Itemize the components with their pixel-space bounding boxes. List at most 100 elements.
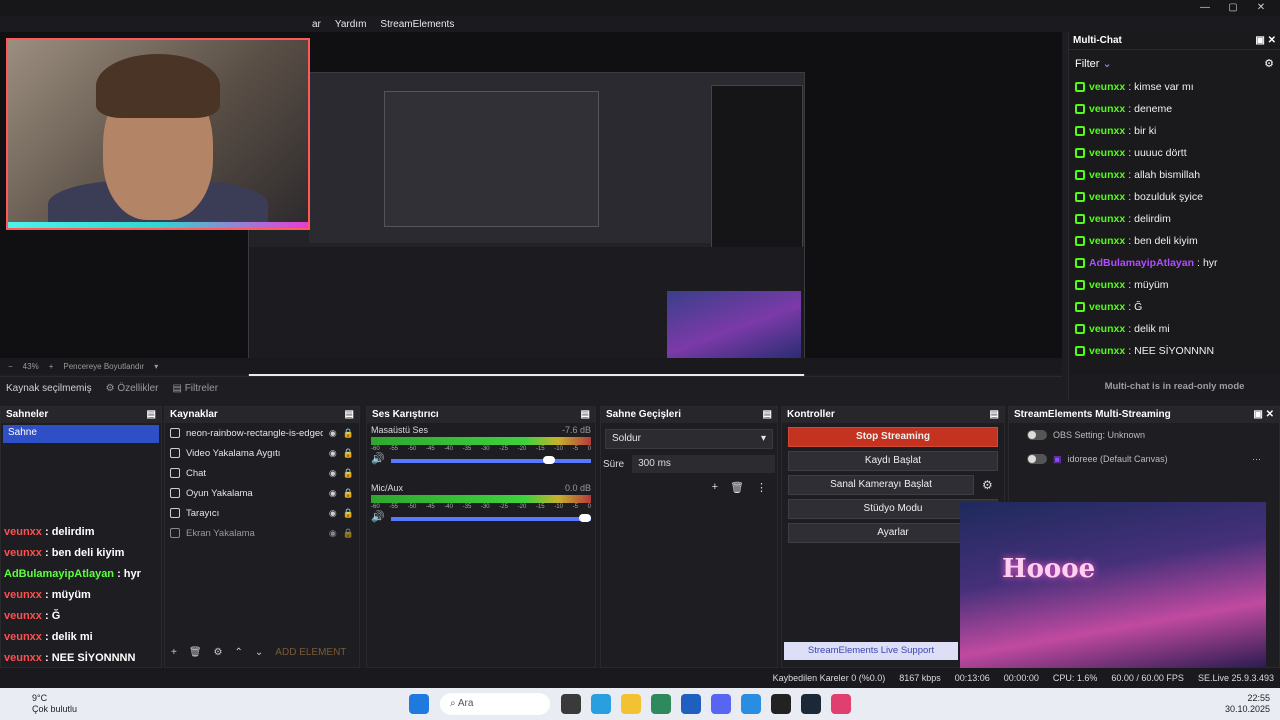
game-capture-preview: Hoooe bbox=[960, 502, 1266, 668]
zoom-bar: − 43% + Pencereye Boyutlandır ▾ bbox=[0, 358, 1062, 374]
minimize-button[interactable]: — bbox=[1190, 0, 1220, 16]
opera-icon[interactable] bbox=[831, 694, 851, 714]
gear-icon[interactable]: ⚙ bbox=[214, 647, 223, 658]
visibility-eye-icon[interactable]: ◉ bbox=[329, 488, 337, 499]
lock-icon[interactable]: 🔒 bbox=[343, 528, 354, 539]
zoom-out-icon[interactable]: − bbox=[8, 362, 13, 371]
obs-setting-label: OBS Setting: Unknown bbox=[1053, 430, 1146, 440]
chat-username: veunxx bbox=[1089, 279, 1126, 291]
trash-icon[interactable]: 🗑 bbox=[189, 647, 202, 658]
discord-icon[interactable] bbox=[711, 694, 731, 714]
settings-app-icon[interactable] bbox=[741, 694, 761, 714]
dock-float-icon[interactable]: ▤ bbox=[345, 409, 354, 421]
lock-icon[interactable]: 🔒 bbox=[343, 488, 354, 499]
multichat-title: Multi-Chat bbox=[1073, 35, 1122, 46]
dock-float-icon[interactable]: ▤ bbox=[763, 409, 772, 421]
duration-input[interactable]: 300 ms bbox=[632, 455, 775, 473]
preview-canvas[interactable] bbox=[0, 32, 1062, 386]
kick-icon bbox=[1075, 346, 1085, 356]
properties-button[interactable]: ⚙ Özellikler bbox=[106, 383, 159, 394]
kick-icon bbox=[1075, 104, 1085, 114]
chat-username: veunxx bbox=[1089, 81, 1126, 93]
channel-name: Mic/Aux bbox=[371, 483, 404, 493]
visibility-eye-icon[interactable]: ◉ bbox=[329, 508, 337, 519]
visibility-eye-icon[interactable]: ◉ bbox=[329, 528, 337, 539]
kick-icon bbox=[1075, 214, 1085, 224]
start-recording-button[interactable]: Kaydı Başlat bbox=[788, 451, 998, 471]
volume-slider[interactable] bbox=[390, 455, 591, 464]
speaker-icon[interactable]: 🔊 bbox=[371, 510, 385, 523]
toggle-switch[interactable] bbox=[1027, 430, 1047, 440]
source-item[interactable]: Oyun Yakalama ◉ 🔒 bbox=[165, 483, 359, 503]
filters-button[interactable]: ▤ Filtreler bbox=[172, 383, 218, 394]
lock-icon[interactable]: 🔒 bbox=[343, 468, 354, 479]
maximize-button[interactable]: ▢ bbox=[1218, 0, 1248, 16]
add-icon[interactable]: + bbox=[712, 481, 718, 494]
speaker-icon[interactable]: 🔊 bbox=[371, 452, 385, 465]
bitrate: 8167 kbps bbox=[899, 673, 941, 683]
kick-icon bbox=[1075, 324, 1085, 334]
menu-item-help[interactable]: Yardım bbox=[335, 19, 367, 30]
lock-icon[interactable]: 🔒 bbox=[343, 448, 354, 459]
dock-float-icon[interactable]: ▤ bbox=[147, 409, 156, 421]
file-explorer-icon[interactable] bbox=[621, 694, 641, 714]
more-icon[interactable]: ⋮ bbox=[756, 481, 767, 494]
gear-icon[interactable]: ⚙ bbox=[982, 478, 993, 492]
volume-slider[interactable] bbox=[390, 513, 591, 522]
task-view-icon[interactable] bbox=[561, 694, 581, 714]
lock-icon[interactable]: 🔒 bbox=[343, 428, 354, 439]
chat-text: delik mi bbox=[1134, 323, 1170, 335]
status-bar: Kaybedilen Kareler 0 (%0.0) 8167 kbps 00… bbox=[0, 668, 1280, 688]
search-box[interactable]: ⌕ Ara bbox=[440, 693, 550, 715]
dock-float-icon[interactable]: ▤ bbox=[581, 409, 590, 421]
dock-float-icon[interactable]: ▤ bbox=[990, 409, 999, 421]
zoom-in-icon[interactable]: + bbox=[49, 362, 54, 371]
source-item[interactable]: neon-rainbow-rectangle-is-edged-v ◉ 🔒 bbox=[165, 423, 359, 443]
se-live-support-button[interactable]: StreamElements Live Support bbox=[784, 642, 958, 660]
stop-streaming-button[interactable]: Stop Streaming bbox=[788, 427, 998, 447]
edge-icon[interactable] bbox=[651, 694, 671, 714]
kick-icon bbox=[1075, 126, 1085, 136]
menu-item-streamelements[interactable]: StreamElements bbox=[380, 19, 454, 30]
visibility-eye-icon[interactable]: ◉ bbox=[329, 448, 337, 459]
kick-icon bbox=[1075, 170, 1085, 180]
store-icon[interactable] bbox=[681, 694, 701, 714]
visibility-eye-icon[interactable]: ◉ bbox=[329, 428, 337, 439]
move-down-icon[interactable]: ⌄ bbox=[255, 647, 263, 658]
chevron-down-icon[interactable]: ▾ bbox=[154, 362, 158, 371]
steam-icon[interactable] bbox=[801, 694, 821, 714]
filter-dropdown[interactable]: Filter ⌄ bbox=[1075, 57, 1112, 70]
close-icon[interactable]: ▣ ✕ bbox=[1255, 35, 1276, 46]
source-type-icon bbox=[170, 508, 180, 518]
weather-widget[interactable]: 9°C Çok bulutlu bbox=[0, 693, 90, 715]
mixer-channel: Masaüstü Ses -7.6 dB -60 -55 -50 -45 -40 -35 -30… bbox=[371, 425, 591, 465]
add-element-button[interactable]: ADD ELEMENT bbox=[275, 647, 346, 658]
channel-db: 0.0 dB bbox=[564, 483, 591, 493]
obs-icon[interactable] bbox=[771, 694, 791, 714]
source-item[interactable]: Tarayıcı ◉ 🔒 bbox=[165, 503, 359, 523]
toggle-switch[interactable] bbox=[1027, 454, 1047, 464]
move-up-icon[interactable]: ⌃ bbox=[235, 647, 243, 658]
close-button[interactable]: ✕ bbox=[1246, 0, 1276, 16]
fit-window-dropdown[interactable]: Pencereye Boyutlandır bbox=[63, 362, 144, 371]
chat-username: veunxx bbox=[1089, 213, 1126, 225]
gear-icon[interactable]: ⚙ bbox=[1264, 57, 1274, 70]
copilot-icon[interactable] bbox=[591, 694, 611, 714]
menu-item-view[interactable]: ar bbox=[312, 19, 321, 30]
scene-item-sahne[interactable]: Sahne bbox=[3, 425, 159, 443]
source-item[interactable]: Chat ◉ 🔒 bbox=[165, 463, 359, 483]
add-source-icon[interactable]: + bbox=[171, 647, 177, 658]
clock[interactable]: 22:55 30.10.2025 bbox=[1225, 693, 1280, 715]
windows-start-icon[interactable] bbox=[409, 694, 429, 714]
more-icon[interactable]: ⋯ bbox=[1252, 454, 1261, 465]
close-icon[interactable]: ▣ ✕ bbox=[1253, 409, 1274, 421]
source-item[interactable]: Ekran Yakalama ◉ 🔒 bbox=[165, 523, 359, 543]
transition-select[interactable]: Soldur ▾ bbox=[605, 429, 773, 449]
chat-message: veunxx: delik mi bbox=[1069, 318, 1280, 340]
trash-icon[interactable]: 🗑 bbox=[730, 481, 744, 494]
visibility-eye-icon[interactable]: ◉ bbox=[329, 468, 337, 479]
chat-username: veunxx bbox=[1089, 125, 1126, 137]
start-virtual-camera-button[interactable]: Sanal Kamerayı Başlat bbox=[788, 475, 974, 495]
lock-icon[interactable]: 🔒 bbox=[343, 508, 354, 519]
source-item[interactable]: Video Yakalama Aygıtı ◉ 🔒 bbox=[165, 443, 359, 463]
